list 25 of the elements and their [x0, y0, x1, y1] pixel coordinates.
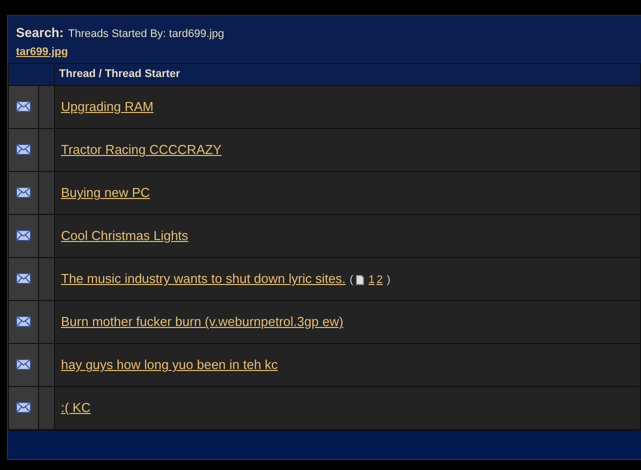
thread-link[interactable]: Buying new PC — [61, 185, 150, 200]
thread-link[interactable]: :( KC — [61, 400, 91, 416]
envelope-icon — [16, 359, 31, 370]
envelope-icon — [16, 402, 31, 414]
thread-link[interactable]: Tractor Racing CCCCRAZY — [61, 142, 222, 158]
user-link[interactable]: tar699.jpg — [16, 46, 68, 58]
page-link[interactable]: 2 — [376, 274, 383, 286]
paren: ) — [386, 274, 390, 286]
thread-link[interactable]: The music industry wants to shut down lyric sites. — [61, 271, 346, 286]
page-link[interactable]: 1 — [368, 274, 375, 286]
thread-link[interactable]: Upgrading RAM — [61, 99, 154, 114]
thread-link[interactable]: Cool Christmas Lights — [61, 228, 188, 244]
page-icon — [356, 275, 364, 286]
paren: ( — [350, 274, 354, 286]
envelope-icon — [16, 273, 31, 284]
envelope-icon — [16, 187, 31, 198]
search-label: Search: — [16, 25, 64, 40]
search-description: Threads Started By: tard699.jpg — [68, 28, 224, 40]
envelope-icon — [16, 101, 31, 112]
thread-link[interactable]: Burn mother fucker burn (v.weburnpetrol.3gp ew) — [61, 314, 344, 330]
thread-link[interactable]: hay guys how long yuo been in teh kc — [61, 357, 278, 372]
envelope-icon — [16, 316, 31, 328]
envelope-icon — [16, 144, 31, 156]
envelope-icon — [16, 230, 31, 242]
column-header: Thread / Thread Starter — [54, 64, 640, 86]
